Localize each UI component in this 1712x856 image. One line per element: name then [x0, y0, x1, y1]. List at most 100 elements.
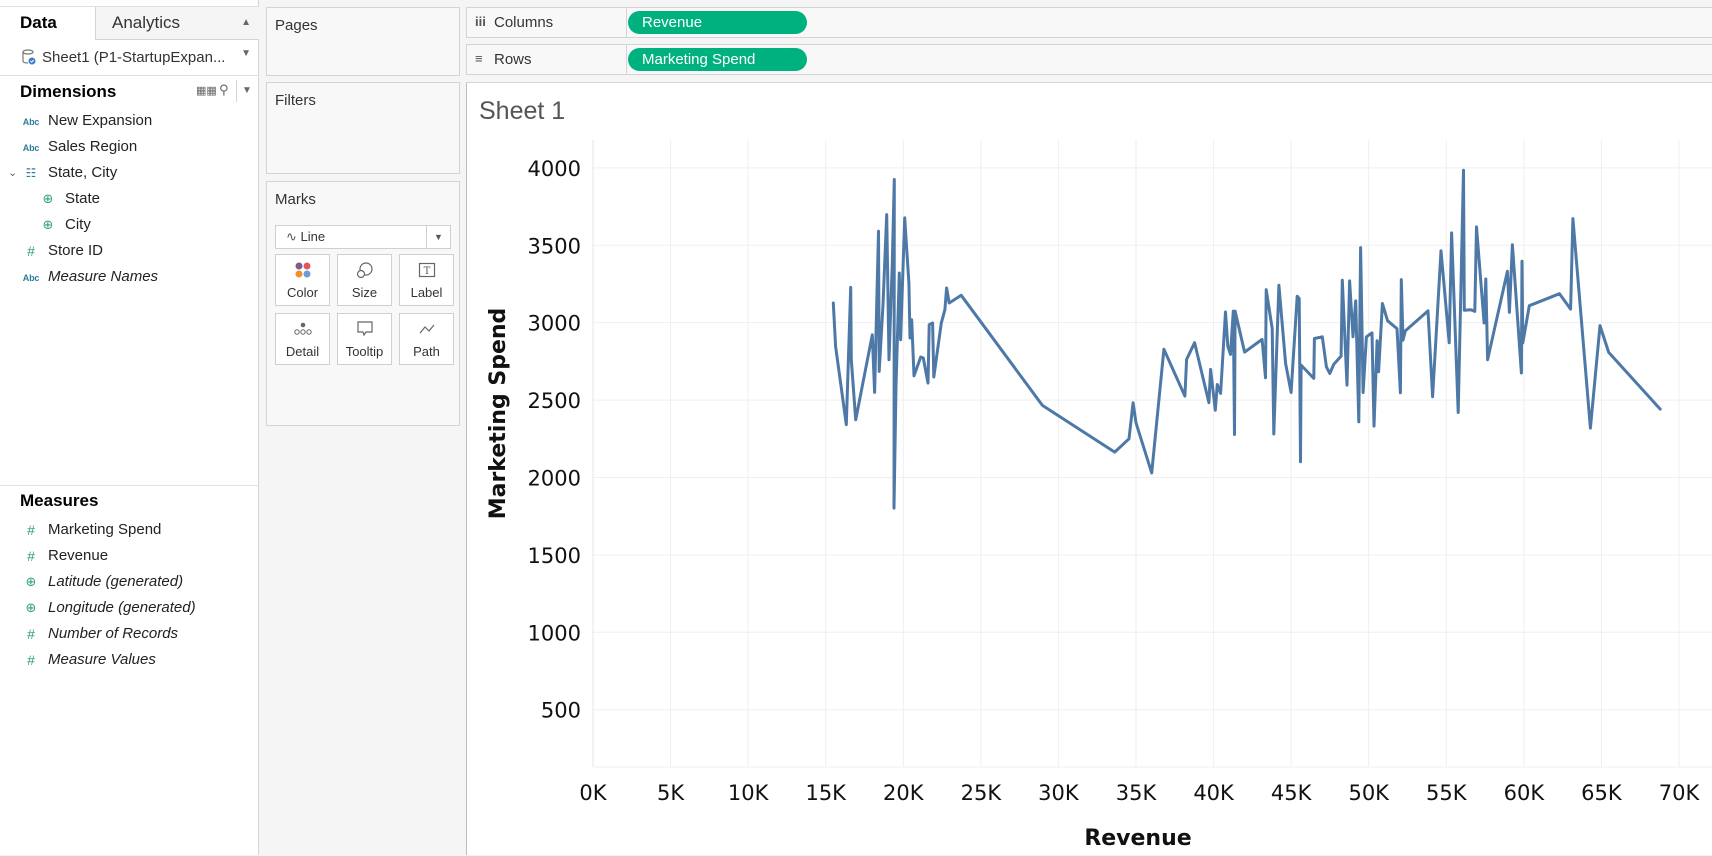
data-pane: Data Analytics ▲▼ Sheet1 (P1-StartupExpa…	[0, 0, 259, 855]
abc-icon: Abc	[22, 109, 40, 135]
revenue-pill[interactable]: Revenue	[628, 11, 807, 34]
tab-analytics[interactable]: Analytics ▲▼	[95, 7, 259, 40]
globe-icon: ⊕	[39, 186, 57, 212]
search-icon[interactable]: ⚲	[219, 82, 229, 98]
columns-icon: iii	[475, 14, 486, 29]
label-label: Label	[400, 285, 453, 300]
number-icon: #	[22, 543, 40, 569]
series-line-marketing-spend[interactable]	[833, 170, 1660, 508]
number-icon: #	[22, 621, 40, 647]
y-tick-label: 500	[541, 699, 581, 723]
filters-title: Filters	[275, 92, 316, 109]
tooltip-icon	[338, 320, 391, 340]
rows-label: Rows	[494, 51, 532, 68]
datasource-item[interactable]: Sheet1 (P1-StartupExpan...	[0, 40, 259, 76]
view-list-icon[interactable]: ▦▦	[196, 84, 217, 97]
globe-icon: ⊕	[22, 569, 40, 595]
color-icon	[276, 261, 329, 281]
size-button[interactable]: Size	[337, 254, 392, 306]
measure-field-name: Longitude (generated)	[48, 595, 196, 621]
y-tick-label: 1500	[528, 544, 581, 568]
dimensions-title: Dimensions	[20, 82, 116, 102]
x-tick-label: 20K	[883, 781, 925, 805]
filters-card[interactable]: Filters	[266, 82, 460, 174]
size-label: Size	[338, 285, 391, 300]
globe-icon: ⊕	[22, 595, 40, 621]
pane-tabs: Data Analytics ▲▼	[0, 6, 259, 39]
tooltip-button[interactable]: Tooltip	[337, 313, 392, 365]
mark-type-dropdown[interactable]: ∿ Line ▼	[275, 225, 451, 249]
x-tick-label: 35K	[1116, 781, 1158, 805]
line-mark-icon: ∿	[286, 229, 297, 244]
x-tick-label: 45K	[1271, 781, 1313, 805]
x-tick-label: 5K	[657, 781, 685, 805]
measure-field-name: Number of Records	[48, 621, 178, 647]
columns-label: Columns	[494, 14, 553, 31]
abc-icon: Abc	[22, 265, 40, 291]
measure-field-name: Latitude (generated)	[48, 569, 183, 595]
label-button[interactable]: T Label	[399, 254, 454, 306]
line-chart[interactable]: 0K5K10K15K20K25K30K35K40K45K50K55K60K65K…	[467, 83, 1712, 856]
marks-card: Marks ∿ Line ▼ Color Size T Label Detail…	[266, 181, 460, 426]
rows-shelf[interactable]: ≡ Rows Marketing Spend	[466, 44, 1712, 75]
y-tick-label: 4000	[528, 157, 581, 181]
x-tick-label: 10K	[728, 781, 770, 805]
x-tick-label: 60K	[1504, 781, 1546, 805]
collapse-chevron-icon[interactable]: ⌄	[8, 160, 17, 186]
y-tick-label: 1000	[528, 621, 581, 645]
y-tick-label: 3500	[528, 234, 581, 258]
path-button[interactable]: Path	[399, 313, 454, 365]
dimension-field-name: Store ID	[48, 238, 103, 264]
detail-label: Detail	[276, 344, 329, 359]
path-label: Path	[400, 344, 453, 359]
hierarchy-icon: ☷	[22, 160, 40, 186]
y-axis-ticks: 500 1000 1500 2000 2500 3000 3500 4000	[528, 157, 581, 723]
x-tick-label: 65K	[1581, 781, 1623, 805]
detail-icon	[276, 320, 329, 340]
chevron-down-icon: ▼	[426, 226, 450, 248]
x-tick-label: 70K	[1659, 781, 1701, 805]
dropdown-icon[interactable]: ▼	[242, 85, 252, 96]
series-group	[833, 170, 1660, 508]
number-icon: #	[22, 517, 40, 543]
color-label: Color	[276, 285, 329, 300]
color-button[interactable]: Color	[275, 254, 330, 306]
x-tick-label: 15K	[805, 781, 847, 805]
dimension-field-name: City	[65, 212, 91, 238]
y-tick-label: 2000	[528, 466, 581, 490]
globe-icon: ⊕	[39, 212, 57, 238]
dimension-field-name: State, City	[48, 160, 117, 186]
path-icon	[400, 320, 453, 340]
tab-analytics-label: Analytics	[112, 13, 180, 32]
columns-shelf[interactable]: iii Columns Revenue	[466, 7, 1712, 38]
detail-button[interactable]: Detail	[275, 313, 330, 365]
pages-card[interactable]: Pages	[266, 7, 460, 76]
dimension-field-name: Sales Region	[48, 134, 137, 160]
measures-title: Measures	[20, 491, 98, 511]
number-icon: #	[22, 238, 40, 264]
y-tick-label: 2500	[528, 389, 581, 413]
x-tick-label: 40K	[1193, 781, 1235, 805]
dimension-field-name: Measure Names	[48, 264, 158, 290]
y-tick-label: 3000	[528, 312, 581, 336]
x-tick-label: 50K	[1348, 781, 1390, 805]
divider	[236, 80, 237, 102]
x-tick-label: 30K	[1038, 781, 1080, 805]
svg-text:T: T	[423, 266, 430, 277]
tooltip-label: Tooltip	[338, 344, 391, 359]
number-icon: #	[22, 647, 40, 673]
y-axis-title: Marketing Spend	[486, 308, 511, 520]
x-axis-ticks: 0K5K10K15K20K25K30K35K40K45K50K55K60K65K…	[579, 781, 1700, 805]
x-axis-title: Revenue	[1084, 826, 1191, 851]
measure-field-name: Revenue	[48, 543, 108, 569]
datasource-icon	[22, 43, 36, 59]
mark-type-value: Line	[301, 229, 326, 244]
x-tick-label: 0K	[579, 781, 607, 805]
measure-field-name: Marketing Spend	[48, 517, 161, 543]
measure-field-name: Measure Values	[48, 647, 156, 673]
marketing-spend-pill[interactable]: Marketing Spend	[628, 48, 807, 71]
divider	[0, 485, 259, 486]
dimension-field-name: State	[65, 186, 100, 212]
tab-data[interactable]: Data	[0, 7, 95, 40]
size-icon	[338, 261, 391, 281]
